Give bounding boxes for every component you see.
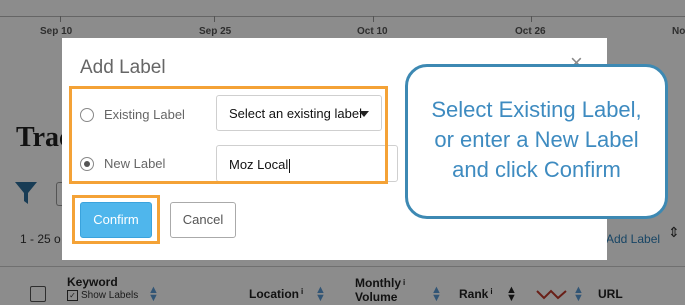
instruction-callout: Select Existing Label, or enter a New La… — [405, 64, 668, 219]
cancel-button[interactable]: Cancel — [170, 202, 236, 238]
dialog-title: Add Label — [80, 57, 166, 78]
callout-line-3: and click Confirm — [452, 157, 621, 182]
highlight-label-fields — [69, 86, 388, 184]
callout-text: Select Existing Label, or enter a New La… — [408, 95, 665, 185]
highlight-confirm-button — [72, 195, 160, 244]
callout-line-1: Select Existing Label, — [431, 97, 642, 122]
callout-line-2: or enter a New Label — [434, 127, 639, 152]
